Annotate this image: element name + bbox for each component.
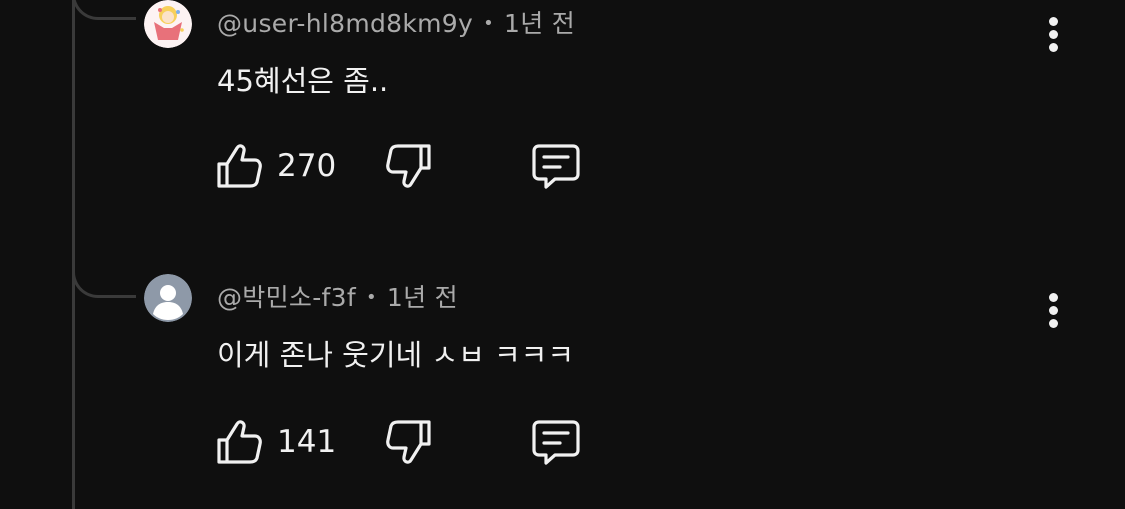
like-count: 270 <box>277 148 337 184</box>
avatar[interactable] <box>144 0 192 48</box>
cartoon-character-avatar-icon <box>144 0 192 48</box>
comment-text: 45혜선은 좀.. <box>217 64 389 98</box>
comment-meta: @user-hl8md8km9y • 1년 전 <box>217 4 575 40</box>
thumbs-down-icon[interactable] <box>383 416 433 468</box>
comment-text: 이게 존나 웃기네 ㅅㅂ ㅋㅋㅋ <box>217 338 575 372</box>
timestamp[interactable]: 1년 전 <box>387 283 458 312</box>
reply-comment: @user-hl8md8km9y • 1년 전 45혜선은 좀.. 270 <box>0 0 1125 250</box>
comment-meta: @박민소-f3f • 1년 전 <box>217 278 458 314</box>
more-options-button[interactable] <box>1038 290 1068 334</box>
meta-separator: • <box>365 287 377 308</box>
meta-separator: • <box>483 13 495 34</box>
avatar[interactable] <box>144 274 192 322</box>
thumbs-down-icon[interactable] <box>383 140 433 192</box>
thumbs-up-icon[interactable] <box>215 416 265 468</box>
timestamp[interactable]: 1년 전 <box>504 9 575 38</box>
reply-comment: @박민소-f3f • 1년 전 이게 존나 웃기네 ㅅㅂ ㅋㅋㅋ 141 <box>0 272 1125 509</box>
default-user-avatar-icon <box>144 274 192 322</box>
reply-icon[interactable] <box>531 416 581 468</box>
reply-icon[interactable] <box>531 140 581 192</box>
more-options-button[interactable] <box>1038 14 1068 58</box>
author-handle[interactable]: @user-hl8md8km9y <box>217 9 473 38</box>
thumbs-up-icon[interactable] <box>215 140 265 192</box>
like-count: 141 <box>277 424 337 460</box>
author-handle[interactable]: @박민소-f3f <box>217 283 356 312</box>
